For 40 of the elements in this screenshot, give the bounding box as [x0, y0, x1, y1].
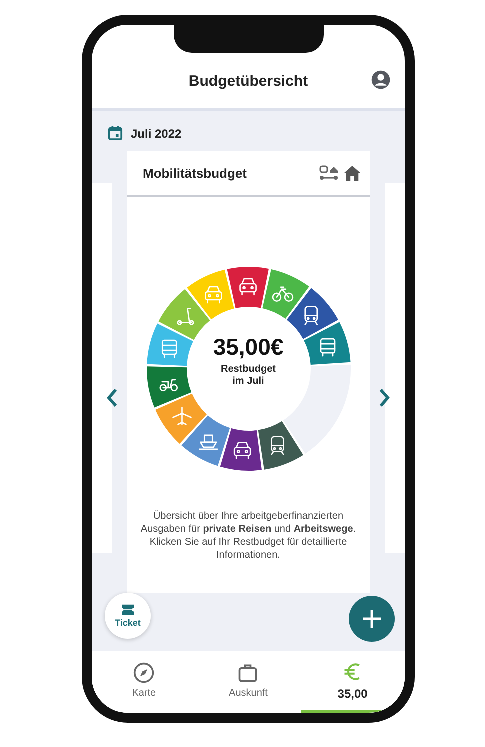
- airplane-icon: [172, 406, 192, 426]
- commute-icon: [319, 165, 339, 181]
- category-segment[interactable]: [186, 270, 234, 320]
- ship-icon: [198, 434, 218, 450]
- bicycle-icon: [272, 286, 294, 302]
- category-segment[interactable]: [146, 366, 192, 408]
- ticket-button[interactable]: Ticket: [105, 593, 151, 639]
- chevron-right-icon[interactable]: [379, 388, 391, 408]
- moped-icon: [159, 379, 178, 392]
- add-button[interactable]: [349, 596, 395, 642]
- profile-icon[interactable]: [371, 70, 391, 90]
- screen-title: Budgetübersicht: [188, 73, 308, 90]
- compass-icon: [133, 662, 156, 684]
- bus-icon: [320, 338, 336, 357]
- plus-icon: [362, 609, 382, 629]
- scooter-icon: [176, 308, 194, 326]
- category-segment[interactable]: [286, 288, 338, 340]
- car-icon: [204, 286, 222, 304]
- category-segment[interactable]: [155, 394, 206, 444]
- train-icon: [304, 306, 318, 326]
- category-segment[interactable]: [262, 270, 309, 320]
- category-segment[interactable]: [220, 428, 262, 471]
- car-icon: [239, 278, 256, 296]
- ticket-icon: [121, 604, 135, 616]
- home-icon[interactable]: [343, 164, 362, 182]
- briefcase-icon: [237, 662, 260, 684]
- chevron-left-icon[interactable]: [106, 388, 118, 408]
- category-segment[interactable]: [258, 421, 303, 470]
- car-icon: [233, 442, 251, 460]
- remaining-budget-label: Restbudget im Juli: [220, 364, 277, 388]
- calendar-icon: [108, 126, 123, 141]
- category-segment[interactable]: [304, 322, 350, 365]
- category-segment[interactable]: [181, 416, 230, 466]
- category-segment[interactable]: [226, 267, 268, 308]
- train-icon: [270, 436, 284, 456]
- budget-description: Übersicht über Ihre arbeitgeberfinanzierten Ausgaben für private Reisen und Arbeitswege. Klicken Sie auf Ihr Restbudget für detaillierte Informationen.: [140, 510, 358, 562]
- remaining-budget-amount[interactable]: 35,00€: [213, 334, 284, 361]
- month-label[interactable]: Juli 2022: [131, 126, 182, 140]
- bus-icon: [161, 340, 177, 358]
- card-title: Mobilitätsbudget: [143, 166, 248, 180]
